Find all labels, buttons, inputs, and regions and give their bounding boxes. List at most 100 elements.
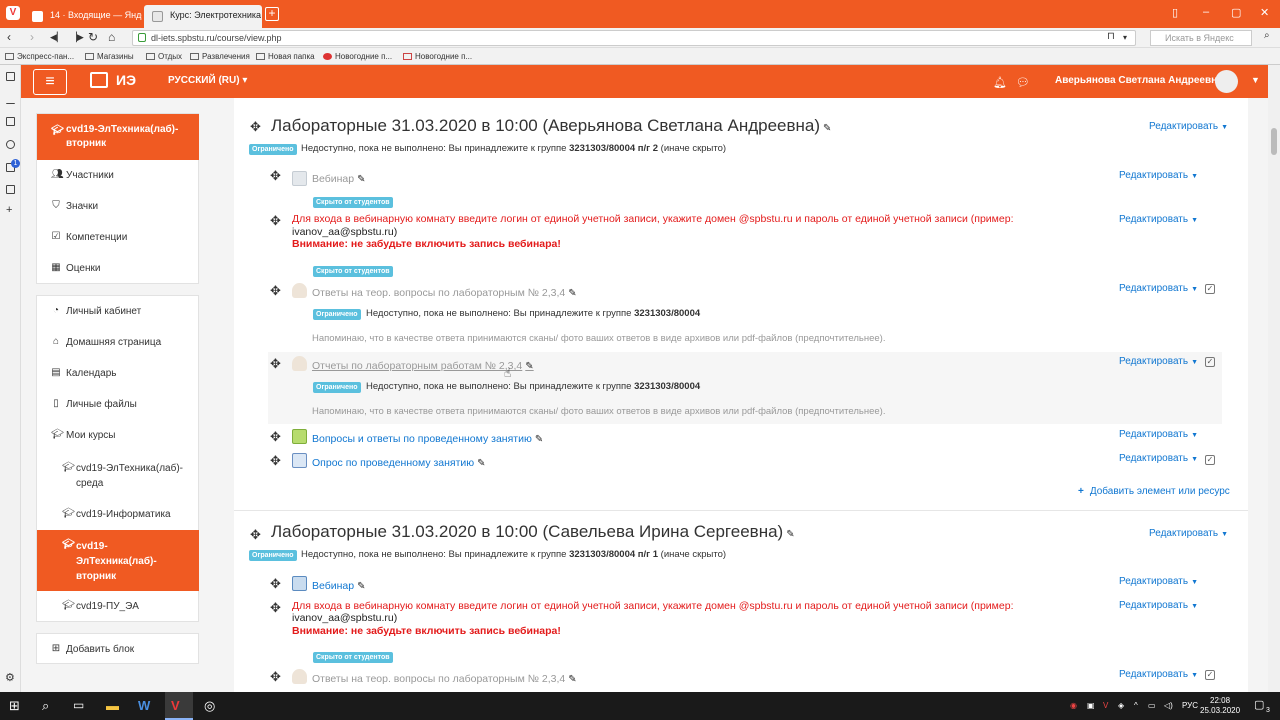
pencil-icon[interactable]: ✎ xyxy=(535,434,543,445)
page-scrollbar[interactable] xyxy=(1268,65,1280,692)
page-panel-icon[interactable] xyxy=(6,185,15,194)
move-icon[interactable]: ✥ xyxy=(270,356,281,372)
reload-icon[interactable]: ↻ xyxy=(88,30,98,44)
network-icon[interactable]: ▭ xyxy=(1148,701,1156,710)
activity-edit-menu[interactable]: Редактировать ▼ xyxy=(1119,600,1198,611)
bookmarks-panel-icon[interactable] xyxy=(6,72,15,81)
notes-panel-icon[interactable] xyxy=(6,117,15,126)
bookmark-item[interactable]: Магазины xyxy=(85,52,134,61)
pencil-icon[interactable]: ✎ xyxy=(568,674,576,685)
drawer-course-item[interactable]: 🎓︎ cvd19-ЭлТехника(лаб)-среда xyxy=(37,453,199,495)
drawer-course-current[interactable]: 🎓︎ cvd19-ЭлТехника(лаб)-вторник xyxy=(37,114,199,160)
pencil-icon[interactable]: ✎ xyxy=(823,123,831,134)
drawer-private-files[interactable]: ▯ Личные файлы xyxy=(37,389,199,420)
activity-answers[interactable]: Ответы на теор. вопросы по лабораторным … xyxy=(312,287,577,299)
add-activity-button[interactable]: + Добавить элемент или ресурс xyxy=(1078,486,1230,497)
tray-app-icon[interactable]: ◈ xyxy=(1118,701,1124,710)
activity-edit-menu[interactable]: Редактировать ▼ xyxy=(1119,170,1198,181)
activity-edit-menu[interactable]: Редактировать ▼ xyxy=(1119,356,1198,367)
move-icon[interactable]: ✥ xyxy=(270,669,281,685)
browser-tab-course[interactable]: Курс: Электротехника и электроника xyxy=(144,5,262,28)
activity-edit-menu[interactable]: Редактировать ▼ xyxy=(1119,429,1198,440)
activity-webinar[interactable]: Вебинар ✎ xyxy=(312,173,365,185)
chevron-up-icon[interactable]: ^ xyxy=(1134,701,1138,710)
drawer-badges[interactable]: ⛉ Значки xyxy=(37,191,199,222)
add-block-button[interactable]: ⊞ Добавить блок xyxy=(37,634,199,665)
drawer-course-item[interactable]: 🎓︎ cvd19-Информатика xyxy=(37,499,199,530)
drawer-participants[interactable]: 👥︎ Участники xyxy=(37,160,199,191)
search-icon[interactable]: ⌕ xyxy=(42,698,49,714)
notifications-icon[interactable]: ▢ xyxy=(1254,698,1264,711)
pencil-icon[interactable]: ✎ xyxy=(786,529,794,540)
avatar[interactable] xyxy=(1215,70,1238,93)
vivaldi-menu-icon[interactable]: V xyxy=(6,6,20,20)
trash-icon[interactable]: ▯ xyxy=(1172,6,1178,19)
activity-qa-forum[interactable]: Вопросы и ответы по проведенному занятию… xyxy=(312,433,543,445)
tray-app-icon[interactable]: ◉ xyxy=(1070,701,1077,710)
drawer-course-item-active[interactable]: 🎓︎ cvd19-ЭлТехника(лаб)-вторник xyxy=(37,530,199,591)
rewind-icon[interactable]: ◀▏ xyxy=(50,32,64,43)
drawer-toggle-button[interactable]: ≡ xyxy=(33,69,67,95)
back-icon[interactable]: ‹ xyxy=(7,30,11,44)
site-brand[interactable]: ИЭ xyxy=(90,72,136,88)
scrollbar-thumb[interactable] xyxy=(1271,128,1277,155)
close-window-button[interactable]: ✕ xyxy=(1260,6,1269,19)
drawer-my-courses[interactable]: 🎓︎ Мои курсы xyxy=(37,420,199,451)
settings-icon[interactable]: ⚙ xyxy=(5,671,15,684)
drawer-dashboard[interactable]: ◔ Личный кабинет xyxy=(37,296,199,327)
vivaldi-icon[interactable]: V xyxy=(171,698,180,713)
chevron-down-icon[interactable]: ▼ xyxy=(1251,75,1260,85)
drawer-grades[interactable]: ▦ Оценки xyxy=(37,253,199,284)
bookmark-item[interactable]: Новая папка xyxy=(256,52,315,61)
move-icon[interactable]: ✥ xyxy=(270,168,281,184)
move-icon[interactable]: ✥ xyxy=(270,213,281,229)
completion-checkbox[interactable]: ✓ xyxy=(1205,670,1215,680)
drawer-competencies[interactable]: ☑ Компетенции xyxy=(37,222,199,253)
pencil-icon[interactable]: ✎ xyxy=(357,581,365,592)
bookmark-item[interactable]: Развлечения xyxy=(190,52,250,61)
volume-icon[interactable]: ◁) xyxy=(1164,701,1173,710)
drawer-course-item[interactable]: 🎓︎ cvd19-ПУ_ЭА xyxy=(37,591,199,622)
activity-answers[interactable]: Ответы на теор. вопросы по лабораторным … xyxy=(312,673,577,685)
bookmark-item[interactable]: Новогодние п... xyxy=(323,52,392,61)
activity-edit-menu[interactable]: Редактировать ▼ xyxy=(1119,576,1198,587)
app-icon[interactable]: ◎ xyxy=(204,698,215,714)
activity-edit-menu[interactable]: Редактировать ▼ xyxy=(1119,453,1198,464)
word-icon[interactable]: W xyxy=(138,698,150,713)
activity-reports[interactable]: Отчеты по лабораторным работам № 2,3,4 ✎ xyxy=(312,360,534,372)
move-icon[interactable]: ✥ xyxy=(250,119,261,135)
move-icon[interactable]: ✥ xyxy=(270,576,281,592)
pencil-icon[interactable]: ✎ xyxy=(525,361,533,372)
language-menu[interactable]: РУССКИЙ (RU) ▾ xyxy=(168,75,247,86)
pencil-icon[interactable]: ✎ xyxy=(357,174,365,185)
home-icon[interactable]: ⌂ xyxy=(108,30,115,44)
keyboard-language[interactable]: РУС xyxy=(1182,701,1198,710)
drawer-home[interactable]: ⌂ Домашняя страница xyxy=(37,327,199,358)
activity-webinar[interactable]: Вебинар ✎ xyxy=(312,580,365,592)
bookmark-item[interactable]: Новогодние п... xyxy=(403,52,472,61)
forward-icon[interactable]: › xyxy=(30,30,34,44)
tray-app-icon[interactable]: ▣ xyxy=(1087,701,1095,710)
url-field[interactable]: dl-iets.spbstu.ru/course/view.php xyxy=(132,30,1136,46)
activity-survey[interactable]: Опрос по проведенному занятию ✎ xyxy=(312,457,486,469)
bookmark-item[interactable]: Отдых xyxy=(146,52,182,61)
maximize-button[interactable]: ▢ xyxy=(1231,6,1241,19)
move-icon[interactable]: ✥ xyxy=(270,429,281,445)
pencil-icon[interactable]: ✎ xyxy=(568,288,576,299)
completion-checkbox[interactable]: ✓ xyxy=(1205,357,1215,367)
move-icon[interactable]: ✥ xyxy=(270,453,281,469)
bell-icon[interactable]: 🔔︎ xyxy=(993,76,1007,89)
file-explorer-icon[interactable]: ▬ xyxy=(106,698,119,713)
move-icon[interactable]: ✥ xyxy=(270,600,281,616)
search-input[interactable]: Искать в Яндекс xyxy=(1150,30,1252,46)
messages-icon[interactable]: 💬︎ xyxy=(1016,76,1030,89)
task-view-icon[interactable]: ▭ xyxy=(73,698,84,712)
browser-tab-mail[interactable]: 14 · Входящие — Яндекс.Почта xyxy=(24,5,142,28)
activity-edit-menu[interactable]: Редактировать ▼ xyxy=(1119,214,1198,225)
activity-edit-menu[interactable]: Редактировать ▼ xyxy=(1119,283,1198,294)
user-menu[interactable]: Аверьянова Светлана Андреевна xyxy=(1055,75,1223,86)
minimize-button[interactable]: – xyxy=(1203,6,1209,18)
new-tab-button[interactable]: + xyxy=(265,7,279,21)
windows-start-icon[interactable]: ⊞ xyxy=(9,698,20,714)
bookmark-icon[interactable]: ⊓ xyxy=(1107,31,1115,42)
